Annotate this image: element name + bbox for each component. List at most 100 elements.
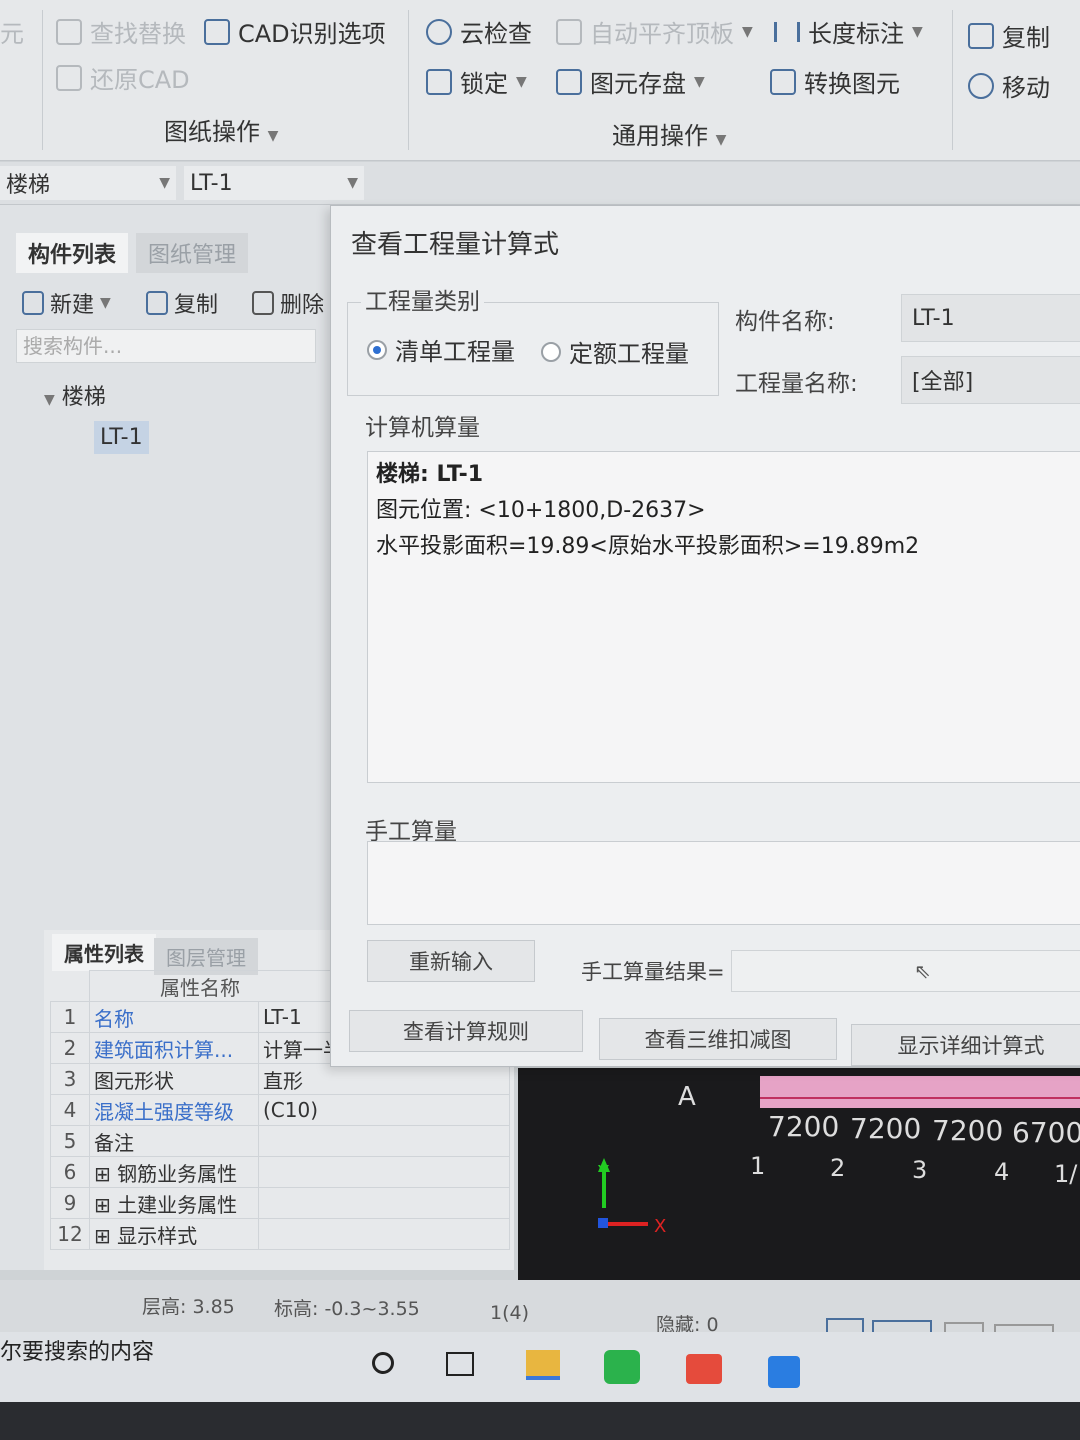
dim-label: 7200 <box>850 1112 922 1145</box>
expand-icon[interactable]: ⊞ <box>94 1193 111 1217</box>
axis-number: 3 <box>912 1156 928 1184</box>
convert-element-button[interactable]: 转换图元 <box>770 64 900 99</box>
file-explorer-icon[interactable] <box>526 1350 560 1380</box>
manual-result-field[interactable]: ⇖ <box>731 950 1080 992</box>
chevron-down-icon: ▼ <box>347 175 358 191</box>
save-element-icon <box>556 68 582 95</box>
property-name: 土建业务属性 <box>117 1192 238 1217</box>
cloud-check-icon <box>426 18 452 45</box>
radio-bill-quantity[interactable]: 清单工程量 <box>367 332 515 367</box>
new-file-icon <box>22 291 44 315</box>
length-dimension-button[interactable]: 长度标注 ▼ <box>774 14 923 49</box>
x-axis-label: X <box>654 1216 667 1237</box>
axis-number: 2 <box>830 1154 846 1182</box>
show-detail-formula-button[interactable]: 显示详细计算式 <box>851 1024 1080 1066</box>
ribbon-separator <box>952 10 953 150</box>
row-number: 12 <box>50 1218 90 1250</box>
cad-drawing-view[interactable]: A 7200 7200 7200 6700 1 2 3 4 1/ Y X <box>518 1068 1080 1300</box>
property-value <box>258 1218 510 1250</box>
view-3d-deduction-button[interactable]: 查看三维扣减图 <box>599 1018 837 1060</box>
move-button[interactable]: 移动 <box>968 68 1050 103</box>
restore-cad-button[interactable]: 还原CAD <box>56 60 190 95</box>
row-number: 1 <box>50 1001 90 1033</box>
taskbar-search-input[interactable]: 尔要搜索的内容 <box>0 1334 154 1366</box>
table-row[interactable]: 12 ⊞ 显示样式 <box>50 1218 510 1250</box>
lock-button[interactable]: 锁定 ▼ <box>426 64 527 99</box>
dim-label: 7200 <box>932 1114 1004 1147</box>
cad-options-button[interactable]: CAD识别选项 <box>204 14 386 49</box>
length-dimension-icon <box>774 21 800 42</box>
manual-calc-textarea[interactable] <box>367 841 1080 925</box>
wps-icon[interactable] <box>686 1354 722 1384</box>
category-select[interactable]: 楼梯 ▼ <box>0 166 176 200</box>
property-value[interactable]: 直形 <box>258 1063 510 1095</box>
property-value[interactable] <box>258 1125 510 1157</box>
row-number: 6 <box>50 1156 90 1188</box>
wechat-icon[interactable] <box>604 1350 640 1384</box>
manual-result-label: 手工算量结果= <box>581 960 725 984</box>
find-replace-button[interactable]: 查找替换 <box>56 14 186 49</box>
component-search-input[interactable]: 搜索构件... <box>16 329 316 363</box>
move-icon <box>968 72 994 99</box>
table-row[interactable]: 4 混凝土强度等级 (C10) <box>50 1094 510 1126</box>
expand-icon[interactable]: ⊞ <box>94 1162 111 1186</box>
copy-component-button[interactable]: 复制 <box>146 287 218 319</box>
lock-icon <box>426 68 452 95</box>
axis-letter-a: A <box>678 1082 696 1112</box>
elevation: 标高: -0.3~3.55 <box>274 1298 420 1320</box>
calc-line: 图元位置: <10+1800,D-2637> <box>376 498 706 523</box>
ribbon-separator <box>42 10 43 150</box>
align-top-button[interactable]: 自动平齐顶板 ▼ <box>556 14 753 49</box>
start-circle-icon[interactable] <box>372 1352 394 1374</box>
tab-component-list[interactable]: 构件列表 <box>16 233 129 273</box>
view-calc-rules-button[interactable]: 查看计算规则 <box>349 1010 583 1052</box>
trash-icon <box>252 291 274 315</box>
table-row[interactable]: 9 ⊞ 土建业务属性 <box>50 1187 510 1219</box>
ribbon-left-edge-char: 元 <box>0 20 24 48</box>
dialog-title: 查看工程量计算式 <box>351 230 560 260</box>
qty-name-select[interactable]: [全部] <box>901 356 1080 404</box>
row-number: 2 <box>50 1032 90 1064</box>
tree-item-lt1[interactable]: LT-1 <box>94 421 149 454</box>
group-drawing-ops[interactable]: 图纸操作 ▼ <box>164 112 278 147</box>
reenter-button[interactable]: 重新输入 <box>367 940 535 982</box>
restore-cad-icon <box>56 64 82 91</box>
ribbon-separator <box>408 10 409 150</box>
delete-button[interactable]: 删除 <box>252 287 324 319</box>
cloud-check-button[interactable]: 云检查 <box>426 14 532 49</box>
task-view-icon[interactable] <box>446 1352 474 1376</box>
new-button[interactable]: 新建 ▼ <box>22 287 111 319</box>
glodon-app-icon[interactable] <box>768 1356 800 1388</box>
ribbon: 元 查找替换 CAD识别选项 还原CAD 图纸操作 ▼ 云检查 自动平齐顶板 ▼ … <box>0 0 1080 161</box>
expand-icon[interactable]: ⊞ <box>94 1224 111 1248</box>
component-select[interactable]: LT-1 ▼ <box>184 166 364 200</box>
component-name-field[interactable]: LT-1 <box>901 294 1080 342</box>
row-number: 5 <box>50 1125 90 1157</box>
group-common-ops[interactable]: 通用操作 ▼ <box>612 116 726 151</box>
tree-group-stairs[interactable]: ▼ 楼梯 <box>44 379 106 411</box>
tab-drawing-management[interactable]: 图纸管理 <box>136 233 249 273</box>
copy-button[interactable]: 复制 <box>968 18 1050 53</box>
table-row[interactable]: 6 ⊞ 钢筋业务属性 <box>50 1156 510 1188</box>
radio-quota-quantity[interactable]: 定额工程量 <box>541 334 689 369</box>
convert-element-icon <box>770 68 796 95</box>
radio-unselected-icon <box>541 341 561 362</box>
screen-bezel <box>0 1402 1080 1440</box>
computer-calc-label: 计算机算量 <box>361 408 484 442</box>
save-element-button[interactable]: 图元存盘 ▼ <box>556 64 705 99</box>
radio-selected-icon <box>367 339 387 360</box>
y-axis-label: Y <box>598 1162 609 1183</box>
qty-name-label: 工程量名称: <box>735 371 858 397</box>
pink-slab <box>760 1076 1080 1108</box>
property-value[interactable]: (C10) <box>258 1094 510 1126</box>
table-row[interactable]: 3 图元形状 直形 <box>50 1063 510 1095</box>
chevron-down-icon: ▼ <box>159 175 170 191</box>
quantity-formula-dialog: 查看工程量计算式 工程量类别 清单工程量 定额工程量 构件名称: LT-1 工程… <box>330 205 1080 1067</box>
property-name: 名称 <box>89 1001 259 1033</box>
computer-calc-textarea[interactable]: 楼梯: LT-1 图元位置: <10+1800,D-2637> 水平投影面积=1… <box>367 451 1080 783</box>
tab-properties[interactable]: 属性列表 <box>52 934 156 971</box>
chevron-down-icon: ▼ <box>44 392 55 408</box>
property-name: 备注 <box>89 1125 259 1157</box>
row-number: 4 <box>50 1094 90 1126</box>
table-row[interactable]: 5 备注 <box>50 1125 510 1157</box>
